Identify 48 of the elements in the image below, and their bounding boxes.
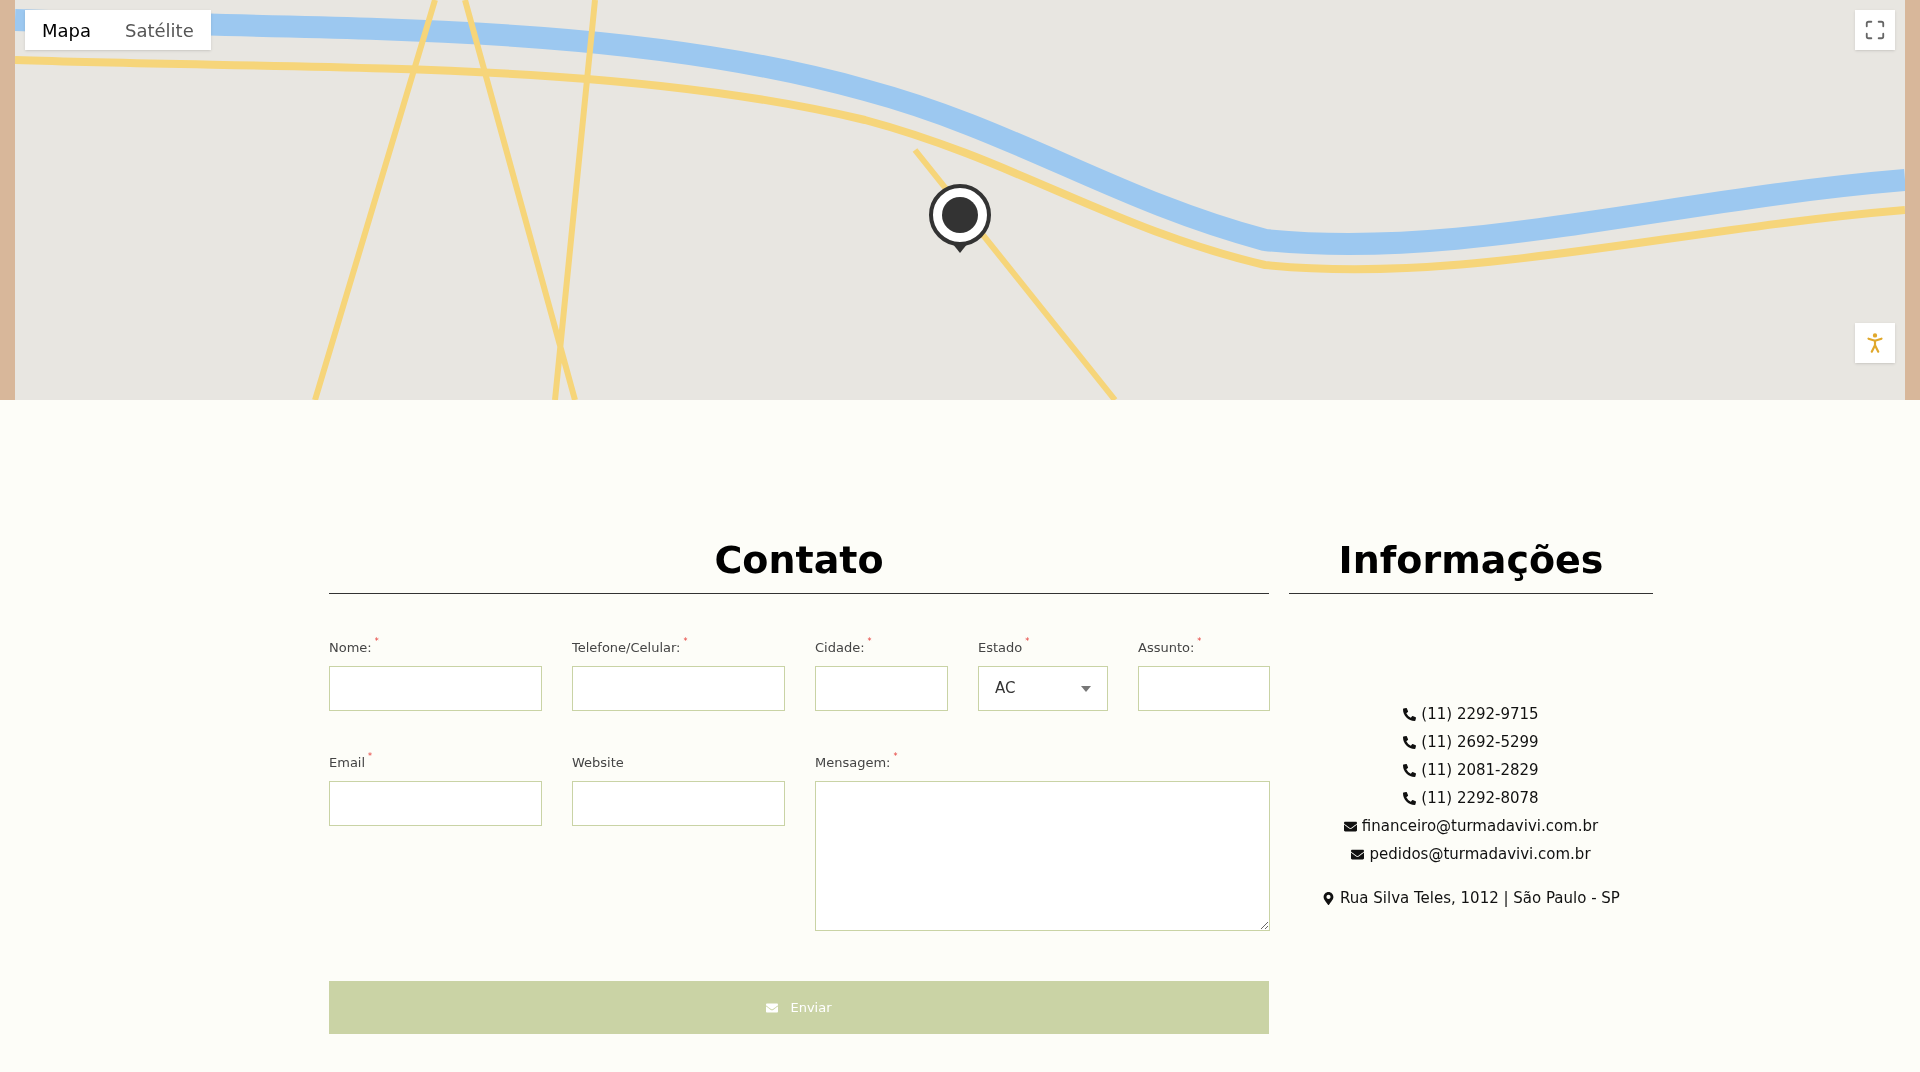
- text-field[interactable]: [572, 666, 785, 711]
- address-text: Rua Silva Teles, 1012 | São Paulo - SP: [1340, 887, 1620, 909]
- field-label: Telefone/Celular:: [572, 639, 681, 657]
- field-label: Email: [329, 754, 366, 772]
- phone-icon: [1403, 791, 1417, 805]
- dropdown-caret-icon: [1081, 685, 1091, 692]
- fullscreen-icon: [1864, 19, 1886, 41]
- required-mark: *: [374, 638, 379, 646]
- text-field[interactable]: [572, 781, 785, 826]
- envelope-icon: [1343, 819, 1357, 833]
- email-text: financeiro@turmadavivi.com.br: [1361, 815, 1599, 837]
- street-view-button[interactable]: [1855, 323, 1895, 363]
- map-type-tab[interactable]: Satélite: [108, 10, 211, 50]
- envelope-icon: [1351, 847, 1365, 861]
- required-mark: *: [683, 638, 688, 646]
- text-field[interactable]: [329, 666, 542, 711]
- location-marker-icon: [928, 183, 992, 253]
- state-select[interactable]: AC: [978, 666, 1108, 711]
- field-label: Estado: [978, 639, 1023, 657]
- required-mark: *: [1197, 638, 1202, 646]
- phone-number: (11) 2292-9715: [1421, 703, 1539, 725]
- email-text: pedidos@turmadavivi.com.br: [1369, 843, 1591, 865]
- map-placeholder[interactable]: Mapa Satélite: [0, 0, 1920, 400]
- phone-icon: [1403, 763, 1417, 777]
- section-heading: Contato: [714, 537, 884, 584]
- text-field[interactable]: [815, 666, 948, 711]
- field-label: Mensagem:: [815, 754, 891, 772]
- required-mark: *: [1025, 638, 1030, 646]
- section-heading: Informações: [1338, 537, 1604, 584]
- field-label: Assunto:: [1138, 639, 1195, 657]
- text-field[interactable]: [329, 781, 542, 826]
- map-type-tab[interactable]: Mapa: [25, 10, 109, 50]
- text-field[interactable]: [1138, 666, 1270, 711]
- field-label: Nome:: [329, 639, 372, 657]
- field-label: Cidade:: [815, 639, 865, 657]
- message-field[interactable]: [815, 781, 1270, 931]
- fullscreen-button[interactable]: [1855, 10, 1895, 50]
- required-mark: *: [368, 753, 373, 761]
- required-mark: *: [867, 638, 872, 646]
- field-label: Website: [572, 754, 624, 772]
- phone-icon: [1403, 707, 1417, 721]
- phone-number: (11) 2292-8078: [1421, 787, 1539, 809]
- phone-number: (11) 2692-5299: [1421, 731, 1539, 753]
- location-pin-icon: [1322, 891, 1336, 905]
- phone-icon: [1403, 735, 1417, 749]
- phone-number: (11) 2081-2829: [1421, 759, 1539, 781]
- envelope-icon: [766, 1001, 779, 1014]
- required-mark: *: [893, 753, 898, 761]
